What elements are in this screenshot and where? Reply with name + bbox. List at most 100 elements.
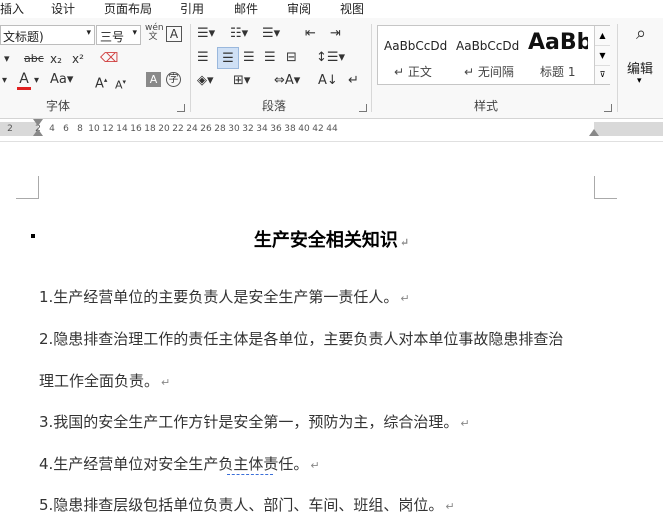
enclose-characters-icon[interactable]: 字 [166,72,181,87]
styles-scroll[interactable]: ▲ ▼ ⊽ [594,26,610,84]
document-title: 生产安全相关知识 ↵ [253,230,410,251]
chevron-down-icon[interactable]: ▾ [86,28,91,38]
character-border-icon[interactable]: A [166,26,182,42]
tab-design[interactable]: 设计 [51,0,75,17]
phonetic-guide-icon[interactable]: wén 文 [145,24,164,42]
margin-corner-right [594,176,617,199]
ruler-tick: 32 [242,124,254,134]
ribbon: 文标题) ▾ 三号 ▾ wén 文 A ▾ abc x₂ x² ⌫ ▾ A ▾ A… [0,18,663,119]
paragraph-mark: ↵ [400,292,410,305]
ruler-tick: 28 [214,124,226,134]
styles-dialog-launcher[interactable] [604,104,612,112]
editing-label: 编辑 [627,62,654,77]
increase-indent-icon[interactable]: ⇥ [330,26,341,42]
font-dialog-launcher[interactable] [177,104,185,112]
style-name-no-spacing[interactable]: ↵ 无间隔 [464,63,514,80]
subscript-icon[interactable]: x₂ [50,51,62,67]
ribbon-tabs: 插入 设计 页面布局 引用 邮件 审阅 视图 [0,0,663,18]
dropdown-icon[interactable]: ▾ [34,73,39,89]
dropdown-icon[interactable]: ▾ [2,73,7,89]
strikethrough-icon[interactable]: abc [24,51,44,67]
clear-formatting-icon[interactable]: ⌫ [100,51,118,67]
separator [371,24,372,112]
ruler-right-margin [594,122,663,136]
separator [190,24,191,112]
chevron-down-icon[interactable]: ▼ [595,45,610,65]
bullets-icon[interactable]: ☰▾ [197,26,215,42]
line-spacing-icon[interactable]: ↕☰▾ [316,50,345,66]
paragraph-group-label: 段落 [262,99,287,113]
styles-gallery: AaBbCcDd ↵ 正文 AaBbCcDd ↵ 无间隔 AaBb 标题 1 ▲… [377,25,610,85]
right-indent-marker[interactable] [589,129,599,136]
align-left-icon[interactable]: ☰ [197,50,209,66]
justify-icon[interactable]: ☰ [264,50,276,66]
shading-icon[interactable]: ◈▾ [197,73,214,89]
font-group-label: 字体 [46,99,71,113]
first-line-indent-marker[interactable] [33,119,43,126]
ruler-tick: 42 [312,124,324,134]
multilevel-list-icon[interactable]: ☰▾ [262,26,280,42]
font-name-combo[interactable]: 文标题) ▾ [0,25,95,45]
dropdown-icon[interactable]: ▾ [4,51,10,67]
ruler-tick: 10 [88,124,100,134]
style-name-heading1[interactable]: 标题 1 [540,63,575,80]
align-right-icon[interactable]: ☰ [243,50,255,66]
paragraph-dialog-launcher[interactable] [359,104,367,112]
sort-icon[interactable]: A↓ [318,73,338,89]
chevron-down-icon[interactable]: ▾ [132,28,137,38]
document-page[interactable]: 生产安全相关知识 ↵ 1.生产经营单位的主要负责人是安全生产第一责任人。 ↵ 2.隐… [0,142,663,514]
tab-page-layout[interactable]: 页面布局 [104,0,152,17]
ruler-tick: 16 [130,124,142,134]
style-preview-heading1[interactable]: AaBb [528,30,588,55]
binoculars-icon: ⌕ [635,23,647,44]
ruler-tick: 38 [284,124,296,134]
superscript-icon[interactable]: x² [72,51,84,67]
ruler-tick: 36 [270,124,282,134]
font-size-value: 三号 [100,30,125,44]
more-icon[interactable]: ⊽ [595,65,610,84]
ruler-tick: 14 [116,124,128,134]
change-case-icon[interactable]: Aa▾ [50,72,73,88]
horizontal-ruler[interactable]: 2 2 4 6 8 10 12 14 16 18 20 22 24 26 28 30 32 34 36 38 40 42 4… [0,119,663,142]
paragraph-2-cont: 理工作全面负责。 ↵ [39,372,171,390]
ruler-tick: 40 [298,124,310,134]
ruler-tick: 6 [63,124,69,134]
show-hide-marks-icon[interactable]: ↵ [348,73,359,89]
separator [617,24,618,112]
ruler-tick: 24 [186,124,198,134]
style-name-normal[interactable]: ↵ 正文 [394,63,432,80]
tab-view[interactable]: 视图 [340,0,364,17]
tab-mailings[interactable]: 邮件 [234,0,258,17]
font-size-combo[interactable]: 三号 ▾ [96,25,141,45]
ruler-tick: 12 [102,124,114,134]
chevron-up-icon[interactable]: ▲ [595,26,610,45]
decrease-indent-icon[interactable]: ⇤ [305,26,316,42]
borders-icon[interactable]: ⊞▾ [233,73,250,89]
font-color-icon[interactable]: A [17,71,31,87]
tab-review[interactable]: 审阅 [287,0,311,17]
tab-references[interactable]: 引用 [180,0,204,17]
ruler-tick: 30 [228,124,240,134]
ruler-tick: 26 [200,124,212,134]
shrink-font-icon[interactable]: A▾ [115,74,126,94]
style-preview-normal[interactable]: AaBbCcDd [384,39,447,53]
numbering-icon[interactable]: ☷▾ [230,26,248,42]
editing-button[interactable]: ⌕ 编辑 ▾ [621,22,661,102]
grow-font-icon[interactable]: A▴ [95,72,107,92]
distributed-icon[interactable]: ⊟ [286,50,297,66]
ruler-tick: 34 [256,124,268,134]
text-direction-icon[interactable]: ⇔A▾ [274,73,300,89]
ruler-tick: 18 [144,124,156,134]
paragraph-4: 4.生产经营单位对安全生产负主体责任。 ↵ [39,455,320,473]
paragraph-3: 3.我国的安全生产工作方针是安全第一，预防为主，综合治理。 ↵ [39,413,470,431]
style-preview-no-spacing[interactable]: AaBbCcDd [456,39,519,53]
styles-group-label: 样式 [474,99,499,113]
character-shading-icon[interactable]: A [146,72,161,87]
ruler-tick: 44 [326,124,338,134]
hanging-indent-marker[interactable] [33,129,43,136]
ruler-tick: 2 [7,124,13,134]
align-center-icon[interactable]: ☰ [217,47,239,69]
ruler-tick: 8 [77,124,83,134]
tab-insert[interactable]: 插入 [0,0,24,17]
ruler-tick: 20 [158,124,170,134]
